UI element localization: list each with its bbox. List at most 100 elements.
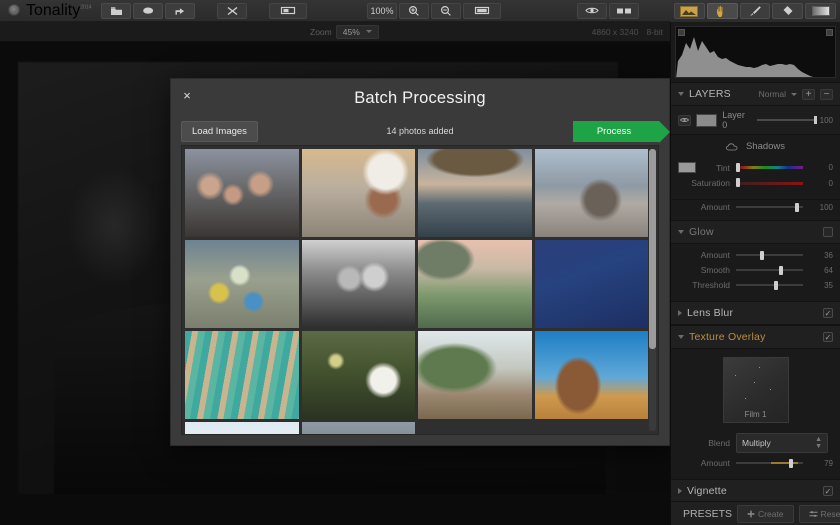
thumb-canoes[interactable] xyxy=(185,331,299,419)
thumb-golden-gate[interactable] xyxy=(534,240,648,328)
thumb-fisherman-birds[interactable] xyxy=(418,240,532,328)
slider-knob[interactable] xyxy=(760,250,765,260)
glow-section-header[interactable]: Glow ✓ xyxy=(671,220,840,244)
hand-tool-tab[interactable] xyxy=(706,3,738,19)
texture-blend-row: Blend Multiply ▲ ▼ xyxy=(678,433,833,453)
thumb-friends-selfie[interactable] xyxy=(185,149,299,237)
share-export-icon[interactable] xyxy=(165,2,195,19)
thumb-girl-dress[interactable] xyxy=(301,331,415,419)
vignette-section-header[interactable]: Vignette ✓ xyxy=(671,479,840,503)
thumb-dark-seascape[interactable] xyxy=(301,422,415,434)
slider-knob[interactable] xyxy=(773,280,778,290)
texture-amount-row: Amount 79 xyxy=(678,458,833,468)
crop-icon[interactable] xyxy=(217,2,247,19)
thumb-great-wall[interactable] xyxy=(418,331,532,419)
chevron-right-icon xyxy=(678,488,682,494)
texture-blend-value: Multiply xyxy=(742,438,771,448)
gradient-tool-tab[interactable] xyxy=(805,3,836,19)
glow-smooth-slider[interactable] xyxy=(736,265,803,275)
cloud-icon xyxy=(725,142,738,150)
zoom-out-icon[interactable] xyxy=(431,2,461,19)
thumb-pigeons-city[interactable] xyxy=(534,149,648,237)
image-info-group: 4860 x 3240 8-bit xyxy=(592,27,671,37)
right-tool-tabs xyxy=(670,0,840,22)
layer-opacity-control[interactable]: 100 xyxy=(756,116,833,125)
slider-knob[interactable] xyxy=(736,162,740,172)
lens-blur-section-header[interactable]: Lens Blur ✓ xyxy=(671,301,840,325)
texture-overlay-enabled-checkbox[interactable]: ✓ xyxy=(823,332,833,342)
glow-smooth-label: Smooth xyxy=(700,265,730,275)
chevron-down-icon xyxy=(791,92,797,96)
layer-blend-mode[interactable]: Normal xyxy=(759,89,786,99)
vignette-enabled-checkbox[interactable]: ✓ xyxy=(823,486,833,496)
right-side-panel: LAYERS Normal + − Layer 0 100 Shadows Ti… xyxy=(670,22,840,525)
layer-row[interactable]: Layer 0 100 xyxy=(671,106,840,135)
add-layer-button[interactable]: + xyxy=(802,88,815,100)
glow-threshold-label: Threshold xyxy=(692,280,730,290)
layer-visibility-eye-icon[interactable] xyxy=(678,114,691,126)
layer-thumbnail xyxy=(695,113,718,127)
remove-layer-button[interactable]: − xyxy=(820,88,833,100)
zoom-tool-group: 100% xyxy=(366,2,502,19)
slider-knob[interactable] xyxy=(736,178,740,187)
compare-split-icon[interactable] xyxy=(609,2,639,19)
fit-screen-icon[interactable] xyxy=(269,2,307,19)
glow-smooth-row: Smooth 64 xyxy=(678,265,833,275)
slider-knob[interactable] xyxy=(778,265,783,275)
thumbnail-grid-container xyxy=(181,145,659,435)
process-button[interactable]: Process xyxy=(573,120,670,143)
texture-blend-select[interactable]: Multiply ▲ ▼ xyxy=(736,433,828,453)
open-folder-icon[interactable] xyxy=(101,2,131,19)
thumb-desert-butte[interactable] xyxy=(534,331,648,419)
glow-threshold-row: Threshold 35 xyxy=(678,280,833,290)
shadows-color-swatch[interactable] xyxy=(678,162,696,173)
brush-tool-tab[interactable] xyxy=(739,3,771,19)
reset-preset-button[interactable]: Reset xyxy=(798,504,840,523)
create-preset-button[interactable]: Create xyxy=(737,504,794,523)
vignette-header-controls: ✓ xyxy=(823,486,833,496)
eraser-tool-tab[interactable] xyxy=(772,3,804,19)
glow-amount-slider[interactable] xyxy=(736,250,803,260)
histogram-white-point-handle[interactable] xyxy=(826,29,833,36)
shadows-tint-slider[interactable] xyxy=(736,162,803,172)
glow-body: Amount 36 Smooth 64 Threshold 35 xyxy=(671,244,840,301)
grid-scrollbar-thumb[interactable] xyxy=(649,149,656,349)
slider-knob[interactable] xyxy=(795,202,799,212)
preview-eye-icon[interactable] xyxy=(577,2,607,19)
shadow-layer-icon[interactable] xyxy=(133,2,163,19)
chevron-right-icon xyxy=(678,310,682,316)
layers-section-header[interactable]: LAYERS Normal + − xyxy=(671,82,840,106)
texture-amount-slider[interactable] xyxy=(736,458,803,468)
texture-overlay-section-header[interactable]: Texture Overlay ✓ xyxy=(671,325,840,349)
zoom-in-icon[interactable] xyxy=(399,2,429,19)
histogram-black-point-handle[interactable] xyxy=(678,29,685,36)
texture-preview[interactable]: Film 1 xyxy=(722,357,789,423)
load-images-button[interactable]: Load Images xyxy=(181,120,258,142)
zoom-100-button[interactable]: 100% xyxy=(367,2,397,19)
shadows-saturation-slider[interactable] xyxy=(736,178,803,187)
slider-knob[interactable] xyxy=(813,116,817,124)
glow-threshold-slider[interactable] xyxy=(736,280,803,290)
histogram xyxy=(675,26,836,78)
thumb-couple-bw[interactable] xyxy=(301,240,415,328)
thumb-climber-lake[interactable] xyxy=(418,149,532,237)
fit-view-icon[interactable] xyxy=(463,2,501,19)
layer-name: Layer 0 xyxy=(722,110,745,130)
layer-opacity-slider[interactable] xyxy=(756,116,817,124)
lens-blur-enabled-checkbox[interactable]: ✓ xyxy=(823,308,833,318)
lens-blur-title: Lens Blur xyxy=(687,307,734,319)
shadows-tint-label: Tint xyxy=(716,162,730,173)
glow-enabled-checkbox[interactable]: ✓ xyxy=(823,227,833,237)
thumb-girl-drinking[interactable] xyxy=(301,149,415,237)
slider-knob[interactable] xyxy=(788,458,793,468)
thumb-table-food[interactable] xyxy=(185,240,299,328)
glow-threshold-value: 35 xyxy=(824,280,833,290)
close-icon[interactable]: × xyxy=(180,89,194,103)
create-preset-label: Create xyxy=(758,508,784,519)
chevron-down-icon xyxy=(678,92,684,96)
image-tab[interactable] xyxy=(674,3,705,19)
thumb-clouds-sky[interactable] xyxy=(185,422,299,434)
plus-icon xyxy=(747,510,755,517)
zoom-level-select[interactable]: 45% xyxy=(335,24,379,39)
shadows-amount-slider[interactable] xyxy=(736,202,803,212)
